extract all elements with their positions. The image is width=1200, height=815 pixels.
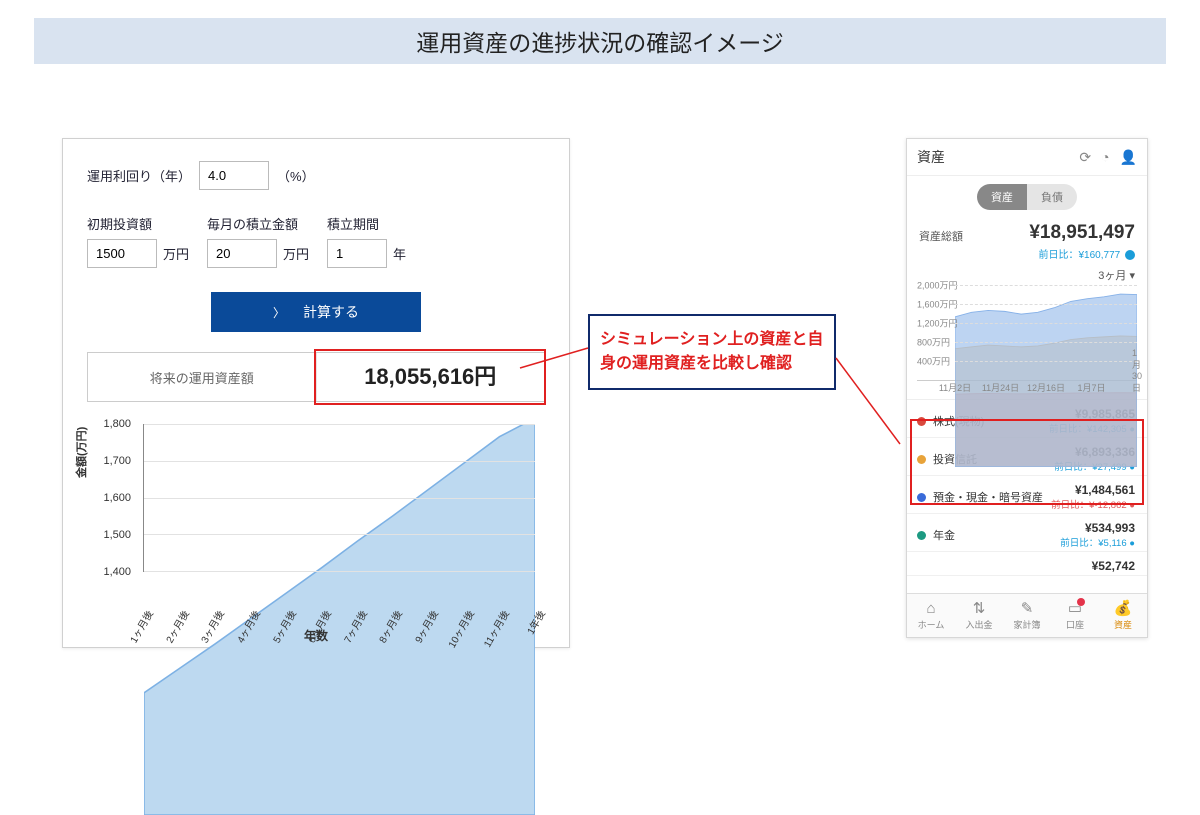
chevron-right-icon: 〉	[273, 304, 285, 321]
calculate-button[interactable]: 〉 計算する	[211, 292, 421, 332]
period-label: 積立期間	[327, 214, 406, 233]
segment-control[interactable]: 資産 負債	[907, 176, 1147, 218]
asset-item[interactable]: 預金・現金・暗号資産 ¥1,484,561前日比：¥-12,862 ●	[907, 476, 1147, 514]
mini-chart-svg	[955, 285, 1137, 467]
y-tick: 1,700	[103, 455, 131, 467]
asset-color-dot	[917, 493, 926, 502]
calculate-button-label: 計算する	[303, 302, 359, 322]
asset-value: ¥1,484,561	[1051, 483, 1135, 497]
asset-color-dot	[917, 455, 926, 464]
mini-x-tick: 12月16日	[1027, 381, 1065, 394]
tab-icon: 💰	[1114, 601, 1133, 616]
simulation-panel: 運用利回り（年） （%） 初期投資額 万円 毎月の積立金額 万円 積立期間	[62, 138, 570, 648]
page-title: 運用資産の進捗状況の確認イメージ	[416, 24, 784, 58]
y-tick: 1,400	[103, 566, 131, 578]
phone-header: 資産 ⟳ ◔ 👤	[907, 139, 1147, 176]
asset-color-dot	[917, 531, 926, 540]
y-tick: 1,600	[103, 492, 131, 504]
period-unit: 年	[393, 244, 406, 263]
tab-口座[interactable]: ▭口座	[1051, 594, 1099, 637]
asset-delta: 前日比：¥5,116 ●	[1060, 535, 1135, 549]
user-add-icon[interactable]: 👤	[1120, 149, 1137, 166]
mini-y-tick: 800万円	[917, 336, 950, 349]
tab-icon: ⇅	[973, 601, 986, 616]
annotation-text: シミュレーション上の資産と自身の運用資産を比較し確認	[600, 331, 823, 372]
notification-badge-icon	[1077, 598, 1085, 606]
chart-x-label: 年数	[87, 627, 545, 644]
tab-label: 資産	[1114, 618, 1132, 631]
mini-x-tick: 1月7日	[1077, 381, 1105, 394]
monthly-unit: 万円	[283, 244, 309, 263]
asset-delta: 前日比：¥-12,862 ●	[1051, 497, 1135, 511]
tab-icon: ✎	[1021, 601, 1034, 616]
segment-debts[interactable]: 負債	[1027, 184, 1077, 210]
result-box: 将来の運用資産額 18,055,616円	[87, 352, 545, 402]
mini-x-tick: 11月24日	[982, 381, 1019, 394]
period-input[interactable]	[327, 239, 387, 268]
phone-title: 資産	[917, 147, 945, 167]
initial-input[interactable]	[87, 239, 157, 268]
tab-資産[interactable]: 💰 資産	[1099, 594, 1147, 637]
mini-x-tick: 1月30日	[1132, 348, 1142, 394]
bottom-tabbar: ⌂ ホーム ⇅ 入出金 ✎ 家計簿 ▭口座 💰 資産	[907, 593, 1147, 637]
tab-label: 口座	[1066, 618, 1084, 631]
tab-icon: ⌂	[926, 601, 935, 616]
y-tick: 1,500	[103, 529, 131, 541]
mini-chart: 400万円800万円1,200万円1,600万円2,000万円11月2日11月2…	[917, 285, 1137, 381]
pie-chart-icon[interactable]: ◔	[1101, 149, 1109, 166]
mini-y-tick: 400万円	[917, 355, 950, 368]
monthly-label: 毎月の積立金額	[207, 214, 309, 233]
mini-y-tick: 1,200万円	[917, 317, 958, 330]
asset-value: ¥534,993	[1060, 521, 1135, 535]
segment-assets[interactable]: 資産	[977, 184, 1027, 210]
tab-ホーム[interactable]: ⌂ ホーム	[907, 594, 955, 637]
tab-label: ホーム	[918, 618, 945, 631]
total-value: ¥18,951,497	[1029, 222, 1135, 244]
y-tick: 1,800	[103, 418, 131, 430]
initial-unit: 万円	[163, 244, 189, 263]
mini-x-tick: 11月2日	[939, 381, 971, 394]
yield-unit: （%）	[277, 166, 315, 185]
yield-input[interactable]	[199, 161, 269, 190]
phone-mock: 資産 ⟳ ◔ 👤 資産 負債 資産総額 ¥18,951,497 前日比：¥160…	[906, 138, 1148, 638]
total-delta: 前日比：¥160,777	[1039, 250, 1136, 261]
asset-name: 年金	[933, 527, 955, 543]
asset-item[interactable]: ¥52,742	[907, 552, 1147, 576]
page-title-bar: 運用資産の進捗状況の確認イメージ	[34, 18, 1166, 64]
asset-color-dot	[917, 417, 926, 426]
asset-value: ¥52,742	[1092, 559, 1135, 573]
mini-y-tick: 2,000万円	[917, 279, 958, 292]
result-label: 将来の運用資産額	[88, 368, 316, 387]
total-label: 資産総額	[919, 228, 963, 244]
simulation-chart: 金額(万円) 1,4001,5001,6001,7001,800 1ヶ月後2ヶ月…	[87, 418, 545, 638]
mini-y-tick: 1,600万円	[917, 298, 958, 311]
tab-label: 家計簿	[1013, 618, 1040, 631]
chart-y-label: 金額(万円)	[73, 427, 89, 478]
tab-入出金[interactable]: ⇅ 入出金	[955, 594, 1003, 637]
asset-name: 預金・現金・暗号資産	[933, 489, 1043, 505]
refresh-icon[interactable]: ⟳	[1079, 149, 1091, 166]
monthly-input[interactable]	[207, 239, 277, 268]
initial-label: 初期投資額	[87, 214, 189, 233]
arrow-up-icon	[1125, 250, 1135, 260]
asset-item[interactable]: 年金 ¥534,993前日比：¥5,116 ●	[907, 514, 1147, 552]
result-value: 18,055,616円	[316, 353, 545, 401]
yield-label: 運用利回り（年）	[87, 166, 191, 185]
tab-label: 入出金	[965, 618, 992, 631]
annotation-callout: シミュレーション上の資産と自身の運用資産を比較し確認	[588, 314, 836, 390]
tab-家計簿[interactable]: ✎ 家計簿	[1003, 594, 1051, 637]
